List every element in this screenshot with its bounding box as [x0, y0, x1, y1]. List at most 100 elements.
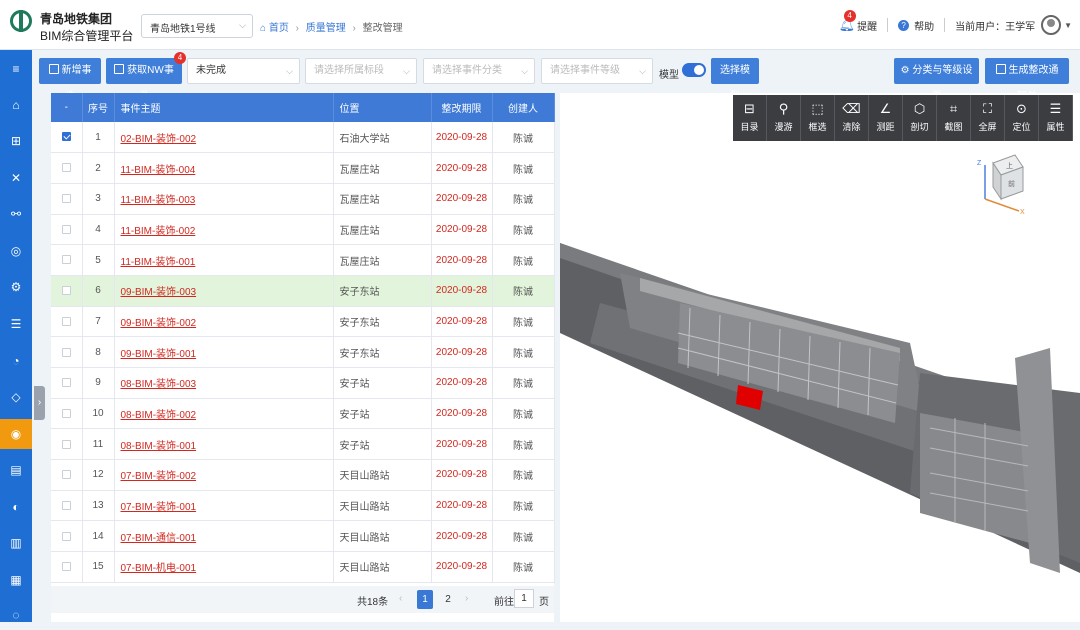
cost-icon[interactable]: ◐ [0, 492, 32, 522]
row-checkbox-cell[interactable] [51, 122, 83, 154]
row-subject-link[interactable]: 07-BIM-装饰-002 [114, 459, 334, 491]
row-checkbox[interactable] [61, 224, 71, 234]
page-2-button[interactable]: 2 [440, 590, 456, 609]
tools-icon[interactable]: ✕ [0, 163, 32, 193]
help-icon[interactable]: ? [898, 19, 910, 31]
row-subject-link[interactable]: 11-BIM-装饰-004 [114, 152, 334, 184]
classify-settings-button[interactable]: ⚙ 分类与等级设置 [894, 58, 979, 102]
viewer-tool-box-select[interactable]: ⬚ 框选 [801, 95, 835, 141]
row-subject-link[interactable]: 09-BIM-装饰-002 [114, 306, 334, 338]
more-icon[interactable]: ◌ [0, 600, 32, 630]
row-checkbox[interactable] [61, 286, 71, 296]
next-page-icon[interactable]: › [465, 593, 468, 604]
status-select[interactable]: 未完成 ⌵ [187, 58, 300, 84]
org-icon[interactable]: ⊞ [0, 126, 32, 156]
row-subject-link[interactable]: 09-BIM-装饰-001 [114, 336, 334, 368]
breadcrumb-home[interactable]: 首页 [269, 23, 289, 34]
table-row[interactable]: 10 08-BIM-装饰-002 安子站 2020-09-28 陈诚 [51, 398, 555, 430]
table-row[interactable]: 3 11-BIM-装饰-003 瓦屋庄站 2020-09-28 陈诚 [51, 183, 555, 215]
menu-icon[interactable]: ≡ [0, 54, 32, 84]
qa-icon[interactable]: ◎ [0, 236, 32, 266]
new-event-button[interactable]: 新增事件 [39, 58, 101, 102]
row-checkbox-cell[interactable] [51, 398, 83, 430]
row-subject-link[interactable]: 08-BIM-装饰-002 [114, 398, 334, 430]
prev-page-icon[interactable]: ‹ [399, 593, 402, 604]
row-checkbox-cell[interactable] [51, 428, 83, 461]
viewer-tool-clear[interactable]: ⌫ 清除 [835, 95, 869, 141]
table-row[interactable]: 6 09-BIM-装饰-003 安子东站 2020-09-28 陈诚 [51, 275, 555, 307]
table-row[interactable]: 12 07-BIM-装饰-002 天目山路站 2020-09-28 陈诚 [51, 459, 555, 491]
table-row[interactable]: 2 11-BIM-装饰-004 瓦屋庄站 2020-09-28 陈诚 [51, 152, 555, 184]
category-select[interactable]: 请选择事件分类 ⌵ [423, 58, 535, 84]
row-checkbox[interactable] [61, 562, 71, 572]
row-checkbox[interactable] [61, 531, 71, 541]
model-toggle[interactable] [682, 63, 706, 77]
row-subject-link[interactable]: 08-BIM-装饰-001 [114, 428, 334, 461]
row-checkbox-cell[interactable] [51, 551, 83, 583]
viewer-tool-properties[interactable]: ☰ 属性 [1039, 95, 1073, 141]
settings-icon[interactable]: ⚙ [0, 272, 32, 302]
viewer-tool-locate[interactable]: ⊙ 定位 [1005, 95, 1039, 141]
viewer-tool-measure[interactable]: ∠ 测距 [869, 95, 903, 141]
viewer-tool-screenshot[interactable]: ⌗ 截图 [937, 95, 971, 141]
row-subject-link[interactable]: 07-BIM-机电-001 [114, 551, 334, 583]
row-subject-link[interactable]: 07-BIM-通信-001 [114, 520, 334, 553]
generate-notice-button[interactable]: 生成整改通知单 [985, 58, 1069, 102]
table-row[interactable]: 5 11-BIM-装饰-001 瓦屋庄站 2020-09-28 陈诚 [51, 244, 555, 276]
row-subject-link[interactable]: 09-BIM-装饰-003 [114, 275, 334, 307]
row-checkbox[interactable] [61, 470, 71, 480]
home-icon[interactable]: ⌂ [0, 90, 32, 120]
row-subject-link[interactable]: 08-BIM-装饰-003 [114, 367, 334, 399]
level-select[interactable]: 请选择事件等级 ⌵ [541, 58, 653, 84]
row-subject-link[interactable]: 07-BIM-装饰-001 [114, 490, 334, 522]
shield-icon[interactable]: ◇ [0, 382, 32, 412]
fetch-nw-button[interactable]: 获取NW事件4 [106, 52, 186, 102]
table-row[interactable]: 9 08-BIM-装饰-003 安子站 2020-09-28 陈诚 [51, 367, 555, 399]
viewer-tool-fullscreen[interactable]: ⛶ 全屏 [971, 95, 1005, 141]
help-link[interactable]: 帮助 [914, 18, 934, 33]
row-subject-link[interactable]: 11-BIM-装饰-003 [114, 183, 334, 215]
breadcrumb-quality[interactable]: 质量管理 [306, 23, 346, 34]
section-select[interactable]: 请选择所属标段 ⌵ [305, 58, 417, 84]
goto-page-input[interactable]: 1 [514, 589, 534, 608]
chart-pie-icon[interactable]: ◔ [0, 346, 32, 376]
viewer-tool-catalog[interactable]: ⊟ 目录 [733, 95, 767, 141]
view-cube-icon[interactable]: 上 前 Z X [975, 153, 1027, 215]
row-checkbox[interactable] [61, 500, 71, 510]
row-checkbox[interactable] [61, 378, 71, 388]
row-subject-link[interactable]: 02-BIM-装饰-002 [114, 122, 334, 154]
table-row[interactable]: 15 07-BIM-机电-001 天目山路站 2020-09-28 陈诚 [51, 551, 555, 583]
row-checkbox-cell[interactable] [51, 306, 83, 338]
row-checkbox[interactable] [61, 347, 71, 357]
row-checkbox-cell[interactable] [51, 214, 83, 246]
row-checkbox[interactable] [61, 439, 71, 449]
row-checkbox-cell[interactable] [51, 183, 83, 215]
row-checkbox-cell[interactable] [51, 459, 83, 491]
table-row[interactable]: 13 07-BIM-装饰-001 天目山路站 2020-09-28 陈诚 [51, 490, 555, 522]
row-checkbox[interactable] [61, 194, 71, 204]
row-checkbox[interactable] [61, 316, 71, 326]
row-checkbox-cell[interactable] [51, 367, 83, 399]
report-icon[interactable]: ▦ [0, 565, 32, 595]
row-checkbox-cell[interactable] [51, 490, 83, 522]
bar-chart-icon[interactable]: ▥ [0, 528, 32, 558]
viewer-tool-section[interactable]: ⬡ 剖切 [903, 95, 937, 141]
quality-icon[interactable]: ◉ [0, 419, 32, 449]
row-checkbox-cell[interactable] [51, 244, 83, 276]
table-row[interactable]: 11 08-BIM-装饰-001 安子站 2020-09-28 陈诚 [51, 428, 555, 461]
avatar[interactable] [1041, 15, 1062, 35]
row-checkbox[interactable] [61, 132, 71, 142]
caret-down-icon[interactable]: ▼ [1064, 21, 1072, 30]
row-subject-link[interactable]: 11-BIM-装饰-001 [114, 244, 334, 276]
bell-icon[interactable]: 🔔︎ 4 [839, 10, 856, 33]
flow-icon[interactable]: ⚯ [0, 199, 32, 229]
row-checkbox-cell[interactable] [51, 520, 83, 553]
table-row[interactable]: 8 09-BIM-装饰-001 安子东站 2020-09-28 陈诚 [51, 336, 555, 368]
page-1-button[interactable]: 1 [417, 590, 433, 609]
viewer-tool-walk[interactable]: ⚲ 漫游 [767, 95, 801, 141]
line-select[interactable]: 青岛地铁1号线 ⌵ [141, 14, 253, 38]
table-row[interactable]: 14 07-BIM-通信-001 天目山路站 2020-09-28 陈诚 [51, 520, 555, 553]
row-checkbox[interactable] [61, 255, 71, 265]
select-model-button[interactable]: 选择模型 [711, 58, 759, 102]
document-icon[interactable]: ▤ [0, 455, 32, 485]
